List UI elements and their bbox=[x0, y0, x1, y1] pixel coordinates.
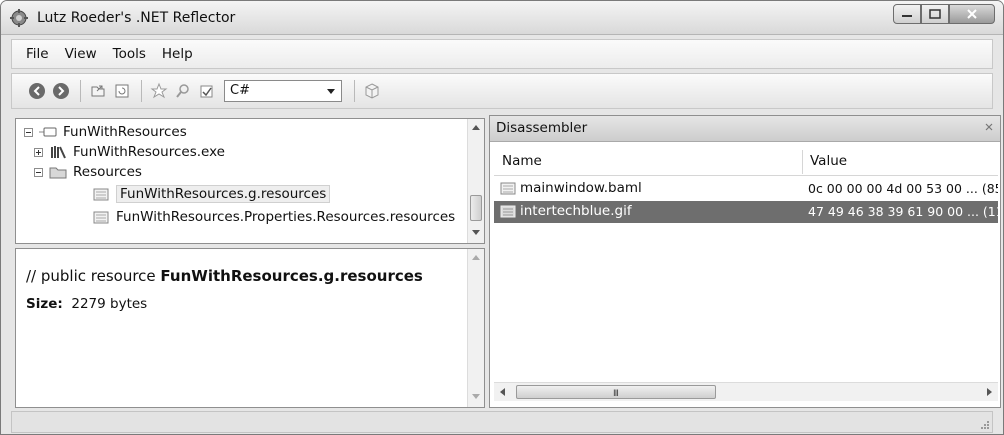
library-icon bbox=[49, 144, 67, 160]
resource-name-cell: intertechblue.gif bbox=[500, 203, 632, 219]
resource-file-icon bbox=[500, 205, 516, 218]
toolbar: C# bbox=[11, 73, 993, 109]
tree-node-label: FunWithResources.exe bbox=[73, 144, 225, 160]
declaration-prefix: // public resource bbox=[26, 267, 161, 285]
assembly-browser-tree[interactable]: FunWithResources FunWithResources.exe Re… bbox=[15, 118, 485, 244]
scroll-thumb[interactable]: III bbox=[516, 385, 716, 399]
column-header-value[interactable]: Value bbox=[810, 153, 847, 169]
tree-node-label: FunWithResources.g.resources bbox=[116, 185, 331, 203]
search-icon bbox=[176, 84, 189, 98]
window-controls bbox=[893, 4, 995, 24]
check-icon bbox=[200, 85, 213, 98]
language-select[interactable]: C# bbox=[224, 80, 342, 102]
window-title: Lutz Roeder's .NET Reflector bbox=[37, 10, 236, 26]
resource-name: mainwindow.baml bbox=[520, 180, 642, 196]
title-bar[interactable]: Lutz Roeder's .NET Reflector bbox=[1, 1, 1003, 35]
resource-value: 47 49 46 38 39 61 90 00 ... (11 bbox=[808, 204, 998, 219]
tree-node-selected[interactable]: FunWithResources.g.resources bbox=[92, 184, 331, 204]
size-label: Size: bbox=[26, 296, 63, 312]
resource-value: 0c 00 00 00 4d 00 53 00 ... (85 bbox=[808, 181, 998, 196]
size-value: 2279 bytes bbox=[71, 296, 148, 312]
collapse-icon[interactable] bbox=[24, 127, 33, 137]
menu-tools[interactable]: Tools bbox=[105, 46, 154, 62]
toolbar-separator bbox=[354, 80, 355, 102]
maximize-icon bbox=[929, 9, 941, 19]
menu-bar: File View Tools Help bbox=[11, 39, 993, 69]
open-button[interactable] bbox=[87, 80, 109, 102]
scroll-left-icon[interactable] bbox=[500, 388, 505, 396]
maximize-button[interactable] bbox=[921, 4, 949, 24]
back-button[interactable] bbox=[26, 80, 48, 102]
resource-detail-pane: // public resource FunWithResources.g.re… bbox=[15, 248, 485, 408]
resource-name: intertechblue.gif bbox=[520, 203, 632, 219]
cube-icon bbox=[365, 83, 379, 99]
close-button[interactable] bbox=[949, 4, 995, 24]
grip-icon: III bbox=[613, 389, 619, 399]
scroll-down-icon[interactable] bbox=[472, 230, 480, 235]
minimize-button[interactable] bbox=[893, 4, 921, 24]
horizontal-scrollbar[interactable]: III bbox=[494, 382, 998, 401]
expand-icon[interactable] bbox=[34, 147, 43, 157]
bookmark-button[interactable] bbox=[148, 80, 170, 102]
menu-file[interactable]: File bbox=[18, 46, 57, 62]
scroll-down-icon[interactable] bbox=[472, 394, 480, 399]
menu-help[interactable]: Help bbox=[154, 46, 201, 62]
chevron-down-icon bbox=[327, 89, 335, 94]
tree-node-label: Resources bbox=[73, 164, 142, 180]
refresh-icon bbox=[115, 84, 129, 98]
column-divider[interactable] bbox=[802, 150, 803, 174]
addins-button[interactable] bbox=[361, 80, 383, 102]
tree-node[interactable]: FunWithResources bbox=[24, 122, 187, 142]
toolbar-separator bbox=[80, 80, 81, 102]
refresh-button[interactable] bbox=[111, 80, 133, 102]
tree-node-label: FunWithResources bbox=[63, 124, 187, 140]
panel-header: Disassembler bbox=[490, 116, 1000, 142]
status-bar bbox=[11, 411, 993, 433]
toolbar-separator bbox=[141, 80, 142, 102]
list-header: Name Value bbox=[494, 148, 998, 176]
bookmark-icon bbox=[150, 82, 168, 99]
detail-vertical-scrollbar[interactable] bbox=[467, 249, 484, 407]
resource-file-icon bbox=[92, 186, 110, 202]
resource-size: Size: 2279 bytes bbox=[26, 296, 147, 312]
tree-node-label: FunWithResources.Properties.Resources.re… bbox=[116, 209, 456, 225]
resource-file-icon bbox=[500, 182, 516, 195]
close-icon[interactable] bbox=[984, 122, 994, 132]
disassembler-panel: Disassembler Name Value mainwindow.baml … bbox=[489, 115, 1001, 408]
scroll-thumb[interactable] bbox=[470, 195, 482, 221]
tree-node[interactable]: FunWithResources.exe bbox=[34, 142, 225, 162]
assembly-icon bbox=[39, 124, 57, 140]
close-icon bbox=[967, 9, 977, 19]
scroll-up-icon[interactable] bbox=[472, 255, 480, 260]
scroll-up-icon[interactable] bbox=[472, 125, 480, 130]
language-value: C# bbox=[230, 83, 250, 98]
resource-declaration: // public resource FunWithResources.g.re… bbox=[26, 267, 423, 285]
search-button[interactable] bbox=[172, 80, 194, 102]
app-icon bbox=[9, 8, 29, 28]
column-header-name[interactable]: Name bbox=[502, 153, 542, 169]
scroll-right-icon[interactable] bbox=[987, 388, 992, 396]
panel-title: Disassembler bbox=[496, 120, 588, 136]
resize-grip-icon[interactable] bbox=[980, 420, 990, 430]
folder-icon bbox=[49, 164, 67, 180]
menu-view[interactable]: View bbox=[57, 46, 105, 62]
analyze-button[interactable] bbox=[196, 80, 218, 102]
minimize-icon bbox=[902, 15, 912, 17]
open-icon bbox=[91, 85, 105, 97]
tree-vertical-scrollbar[interactable] bbox=[467, 119, 484, 243]
list-item-selected[interactable]: intertechblue.gif 47 49 46 38 39 61 90 0… bbox=[494, 201, 998, 223]
resource-file-icon bbox=[92, 209, 110, 225]
resource-name-cell: mainwindow.baml bbox=[500, 180, 642, 196]
back-icon bbox=[29, 83, 45, 99]
forward-button[interactable] bbox=[50, 80, 72, 102]
forward-icon bbox=[53, 83, 69, 99]
tree-node[interactable]: Resources bbox=[34, 162, 142, 182]
reflector-window: Lutz Roeder's .NET Reflector File View T… bbox=[0, 0, 1004, 435]
resource-name[interactable]: FunWithResources.g.resources bbox=[160, 267, 422, 285]
list-item[interactable]: mainwindow.baml 0c 00 00 00 4d 00 53 00 … bbox=[494, 178, 998, 200]
collapse-icon[interactable] bbox=[34, 167, 43, 177]
tree-node[interactable]: FunWithResources.Properties.Resources.re… bbox=[92, 207, 455, 227]
